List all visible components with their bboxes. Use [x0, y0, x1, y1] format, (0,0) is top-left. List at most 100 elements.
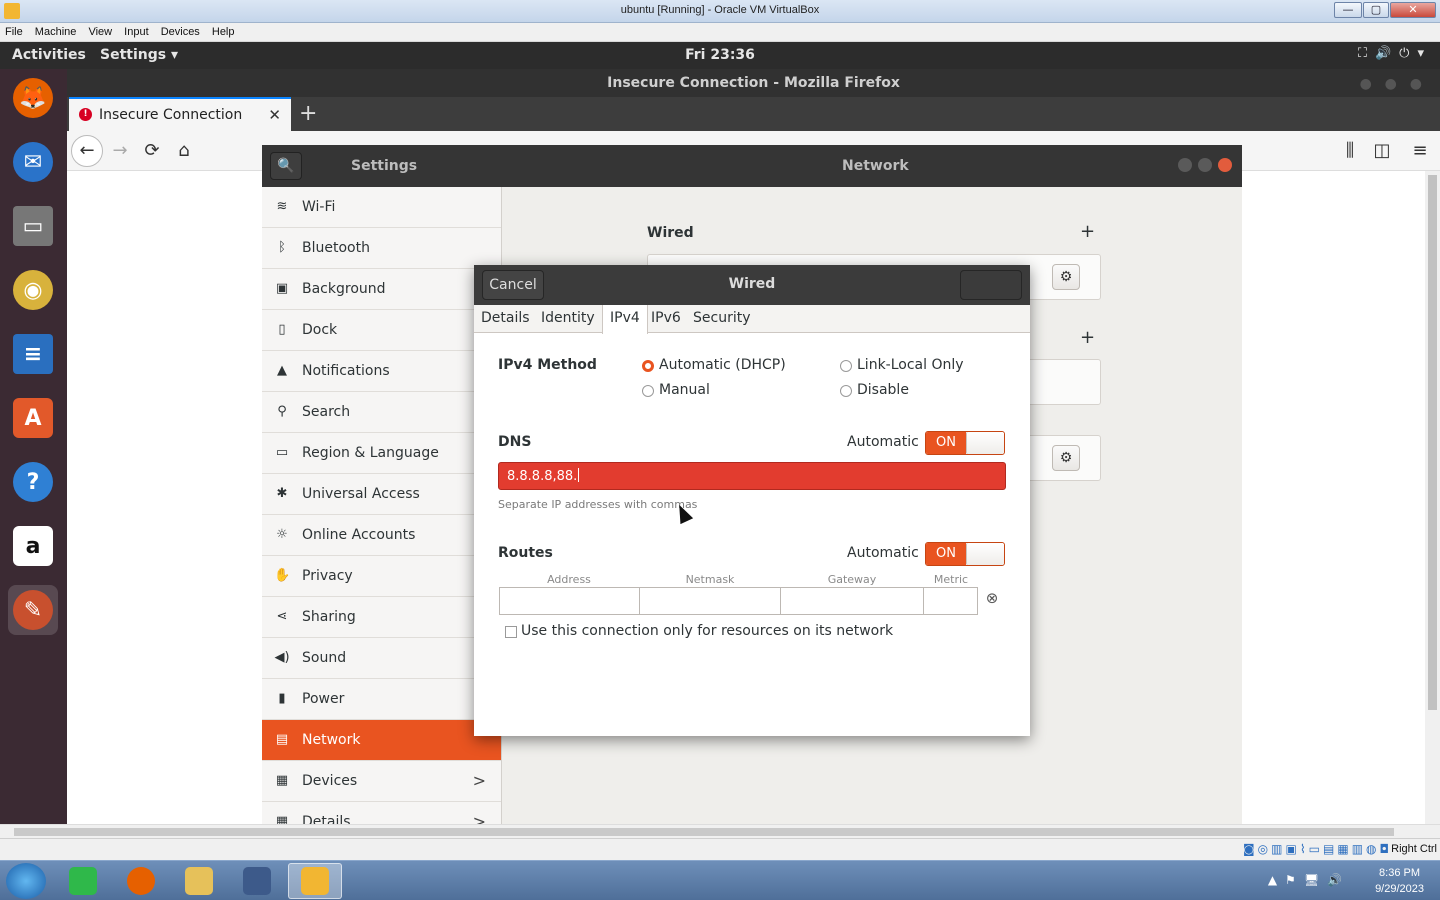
sidebar-item-sound[interactable]: ◀) Sound [262, 638, 501, 679]
sidebar-item-details[interactable]: ▦ Details > [262, 802, 501, 824]
sidebar-item-background[interactable]: ▣ Background [262, 269, 501, 310]
text-caret [578, 468, 580, 482]
minimize-icon[interactable] [1178, 158, 1192, 172]
tab-identity[interactable]: Identity [534, 305, 602, 333]
menu-devices[interactable]: Devices [156, 23, 204, 38]
dock-settings[interactable]: ✎ [8, 585, 58, 635]
menu-help[interactable]: Help [207, 23, 239, 38]
system-tray[interactable]: ▲⚑🖥🔊 [1268, 873, 1350, 887]
sidebar-button[interactable]: ◫ [1367, 137, 1397, 165]
tab-security[interactable]: Security [686, 305, 758, 333]
maximize-icon[interactable] [1198, 158, 1212, 172]
menu-machine[interactable]: Machine [30, 23, 81, 38]
dock-writer[interactable]: ≡ [8, 329, 58, 379]
sidebar-item-sharing[interactable]: ⋖ Sharing [262, 597, 501, 638]
taskbar-explorer[interactable] [172, 863, 226, 899]
radio-automatic-dhcp[interactable] [642, 360, 654, 372]
sidebar-item-bluetooth[interactable]: ᛒ Bluetooth [262, 228, 501, 269]
dns-hint: Separate IP addresses with commas [498, 498, 698, 511]
only-resources-label[interactable]: Use this connection only for resources o… [521, 623, 893, 639]
scrollbar-thumb[interactable] [1428, 175, 1437, 710]
sidebar-item-wifi[interactable]: ≋ Wi-Fi [262, 187, 501, 228]
sidebar-item-power[interactable]: ▮ Power [262, 679, 501, 720]
sidebar-item-dock[interactable]: ▯ Dock [262, 310, 501, 351]
close-button[interactable]: ✕ [1390, 2, 1436, 18]
dock-rhythmbox[interactable]: ◉ [8, 265, 58, 315]
system-menu[interactable]: ⛶🔊⏻▾ [1358, 46, 1432, 61]
close-icon[interactable] [1218, 158, 1232, 172]
route-address-input[interactable] [499, 587, 640, 615]
taskbar-virtualbox[interactable] [288, 863, 342, 899]
dock-amazon[interactable]: a [8, 521, 58, 571]
delete-route-icon[interactable]: ⊗ [982, 589, 1002, 611]
maximize-button[interactable]: ▢ [1363, 2, 1389, 18]
tab-details[interactable]: Details [474, 305, 537, 333]
add-vpn-icon[interactable]: + [1080, 327, 1095, 348]
sidebar-item-search[interactable]: ⚲ Search [262, 392, 501, 433]
radio-manual[interactable] [642, 385, 654, 397]
reload-button[interactable]: ⟳ [137, 137, 167, 165]
ubuntu-dock: 🦊 ✉ ▭ ◉ ≡ A ? a ✎ [0, 69, 67, 858]
tab-close-icon[interactable]: ✕ [268, 106, 281, 124]
menu-button[interactable]: ≡ [1405, 137, 1435, 165]
horizontal-scrollbar[interactable] [0, 824, 1440, 838]
radio-disable-label[interactable]: Disable [857, 382, 909, 398]
library-button[interactable]: ⫼ [1335, 137, 1365, 165]
search-icon[interactable]: 🔍 [270, 152, 302, 180]
forward-button[interactable]: → [105, 137, 135, 165]
radio-automatic-dhcp-label[interactable]: Automatic (DHCP) [659, 357, 786, 373]
dock-firefox[interactable]: 🦊 [8, 73, 58, 123]
dock-thunderbird[interactable]: ✉ [8, 137, 58, 187]
route-metric-input[interactable] [923, 587, 978, 615]
power-icon: ▮ [278, 691, 286, 706]
sidebar-item-label: Notifications [302, 363, 390, 379]
scrollbar-thumb[interactable] [14, 828, 1394, 836]
menu-file[interactable]: File [0, 23, 27, 38]
home-button[interactable]: ⌂ [169, 137, 199, 165]
tab-ipv4[interactable]: IPv4 [602, 305, 648, 334]
new-tab-button[interactable]: + [299, 101, 317, 126]
sidebar-item-devices[interactable]: ▦ Devices > [262, 761, 501, 802]
dns-input[interactable]: 8.8.8.8,88. [498, 462, 1006, 490]
dock-software[interactable]: A [8, 393, 58, 443]
taskbar-app-1[interactable] [56, 863, 110, 899]
gear-icon[interactable]: ⚙ [1052, 445, 1080, 471]
radio-disable[interactable] [840, 385, 852, 397]
menu-view[interactable]: View [83, 23, 116, 38]
radio-manual-label[interactable]: Manual [659, 382, 710, 398]
vbox-device-icons[interactable]: ◙◎▥▣⌇▭▤▦▥◍◘ [1243, 842, 1392, 856]
sidebar-item-online-accounts[interactable]: ☼ Online Accounts [262, 515, 501, 556]
back-button[interactable]: ← [71, 135, 103, 167]
window-controls[interactable]: ● ● ● [1360, 76, 1426, 92]
sidebar-item-region[interactable]: ▭ Region & Language [262, 433, 501, 474]
sidebar-item-universal-access[interactable]: ✱ Universal Access [262, 474, 501, 515]
only-resources-checkbox[interactable] [505, 626, 517, 638]
gear-icon[interactable]: ⚙ [1052, 264, 1080, 290]
taskbar-app-4[interactable] [230, 863, 284, 899]
add-connection-icon[interactable]: + [1080, 221, 1095, 242]
host-clock[interactable]: 8:36 PM 9/29/2023 [1375, 865, 1424, 897]
topbar-clock[interactable]: Fri 23:36 [0, 47, 1440, 63]
dock-help[interactable]: ? [8, 457, 58, 507]
route-netmask-input[interactable] [639, 587, 781, 615]
dns-automatic-switch[interactable]: ON [925, 431, 1005, 455]
switch-knob [966, 432, 1004, 454]
apply-button[interactable] [960, 270, 1022, 300]
dock-files[interactable]: ▭ [8, 201, 58, 251]
route-gateway-input[interactable] [780, 587, 924, 615]
vertical-scrollbar[interactable] [1425, 171, 1440, 824]
minimize-button[interactable]: — [1334, 2, 1362, 18]
sidebar-item-notifications[interactable]: ▲ Notifications [262, 351, 501, 392]
firefox-titlebar: Insecure Connection - Mozilla Firefox ● … [67, 69, 1440, 97]
sidebar-item-network[interactable]: ▤ Network [262, 720, 501, 761]
routes-automatic-switch[interactable]: ON [925, 542, 1005, 566]
radio-link-local[interactable] [840, 360, 852, 372]
sidebar-item-label: Region & Language [302, 445, 439, 461]
tab-ipv6[interactable]: IPv6 [644, 305, 688, 333]
tab-insecure-connection[interactable]: ! Insecure Connection ✕ [69, 97, 291, 131]
radio-link-local-label[interactable]: Link-Local Only [857, 357, 964, 373]
sidebar-item-privacy[interactable]: ✋ Privacy [262, 556, 501, 597]
menu-input[interactable]: Input [119, 23, 152, 38]
taskbar-firefox[interactable] [114, 863, 168, 899]
start-button[interactable] [6, 863, 46, 899]
